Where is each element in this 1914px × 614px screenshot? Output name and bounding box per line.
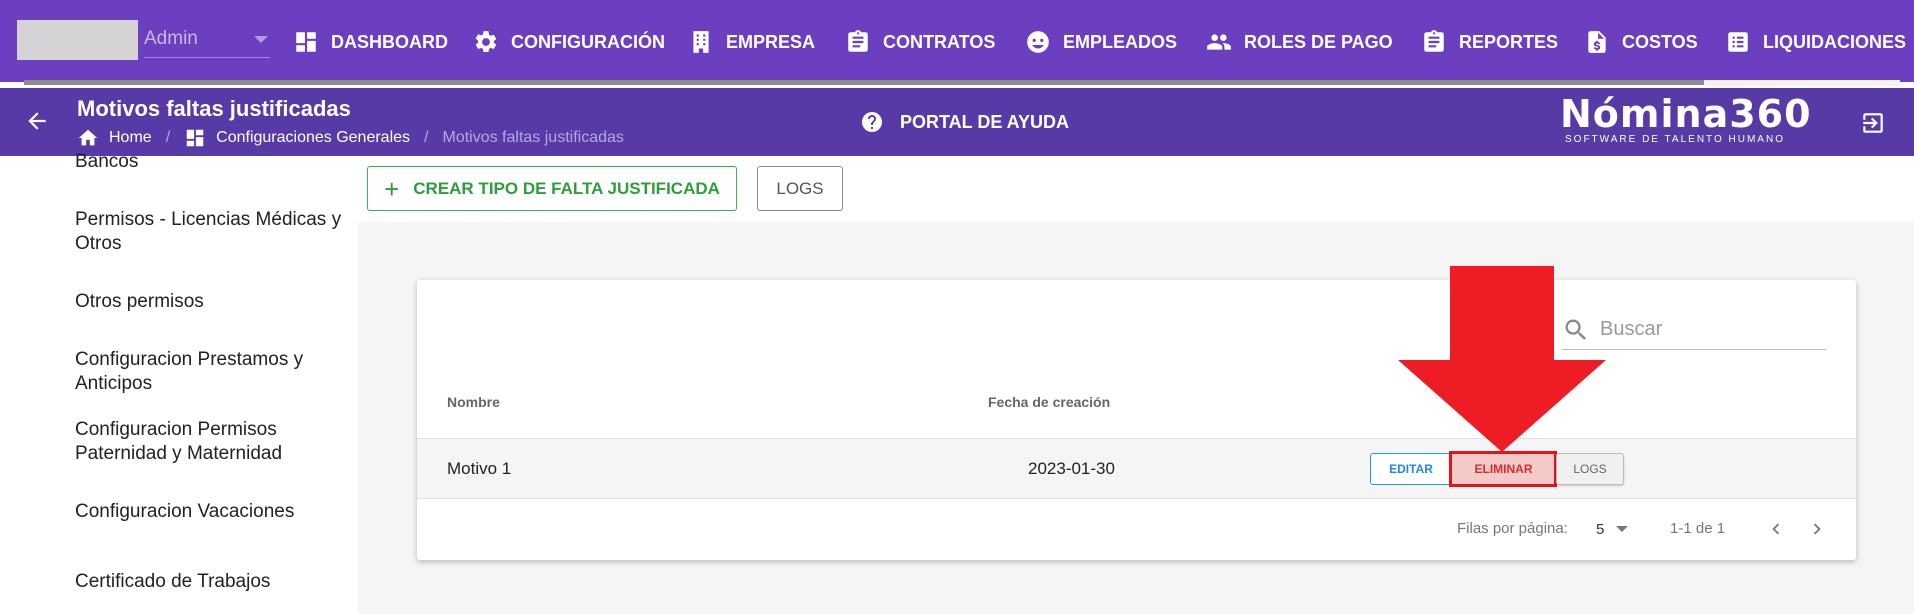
row-logs-button[interactable]: LOGS [1556,453,1624,485]
user-select[interactable]: Admin [144,28,270,58]
chevron-down-icon [1616,526,1629,532]
nav-configuracion[interactable]: CONFIGURACIÓN [473,24,665,60]
sidebar-item-bancos[interactable]: Bancos [75,150,355,174]
column-header-name[interactable]: Nombre [447,394,500,410]
clipboard-icon [848,30,868,52]
chevron-right-icon[interactable] [1806,518,1828,540]
face-icon [1027,31,1049,53]
sidebar-item-certificado[interactable]: Certificado de Trabajos [75,570,355,594]
delete-highlight-box [1449,451,1557,487]
brand-logo: Nómina360 SOFTWARE DE TALENTO HUMANO [1560,92,1812,146]
breadcrumb-home[interactable]: Home [77,127,152,149]
nav-liquidaciones[interactable]: LIQUIDACIONES [1725,24,1906,60]
breadcrumb: Home / Configuraciones Generales / Motiv… [77,127,624,149]
sidebar-item-otros-permisos[interactable]: Otros permisos [75,290,355,314]
sidebar-item-prestamos[interactable]: Configuracion Prestamos y Anticipos [75,348,355,396]
nav-contratos[interactable]: CONTRATOS [845,24,995,60]
chevron-down-icon [254,36,268,43]
list-icon [1728,32,1748,52]
nav-reportes-label: REPORTES [1459,31,1559,52]
nav-empresa[interactable]: EMPRESA [688,24,815,60]
arrow-left-icon[interactable] [24,108,50,134]
rows-per-page-label: Filas por página: [1457,520,1568,537]
breadcrumb-current: Motivos faltas justificadas [442,129,624,146]
breadcrumb-separator: / [165,129,171,146]
nav-scroll-track [24,80,1900,85]
chevron-left-icon[interactable] [1765,518,1787,540]
nav-liquidaciones-label: LIQUIDACIONES [1763,31,1907,52]
create-absence-type-label: CREAR TIPO DE FALTA JUSTIFICADA [413,178,720,198]
rows-per-page-select[interactable]: 5 [1596,518,1636,540]
column-header-date[interactable]: Fecha de creación [988,394,1110,410]
help-icon [862,112,882,132]
nav-roles-de-pago[interactable]: ROLES DE PAGO [1206,24,1393,60]
logs-button[interactable]: LOGS [757,166,843,211]
clipboard-icon [1424,30,1444,52]
dollar-file-icon [1588,31,1606,53]
sidebar-item-vacaciones[interactable]: Configuracion Vacaciones [75,500,355,524]
home-icon [78,129,98,146]
edit-button[interactable]: EDITAR [1370,453,1452,485]
nav-costos[interactable]: COSTOS [1584,24,1698,60]
cell-date: 2023-01-30 [1028,459,1115,478]
brand-name: Nómina360 [1560,92,1812,136]
nav-empleados[interactable]: EMPLEADOS [1025,24,1177,60]
nav-active-indicator [1704,80,1900,86]
help-portal-label: PORTAL DE AYUDA [900,111,1070,132]
people-icon [1207,34,1231,50]
table-row [417,438,1856,499]
nav-configuracion-label: CONFIGURACIÓN [511,31,665,52]
rows-per-page-value: 5 [1596,520,1605,538]
nav-dashboard[interactable]: DASHBOARD [293,24,448,60]
help-portal-link[interactable]: PORTAL DE AYUDA [860,110,1069,134]
search-input[interactable] [1600,318,1810,341]
user-select-value: Admin [144,28,198,49]
breadcrumb-separator: / [424,129,429,146]
pagination-range: 1-1 de 1 [1670,520,1726,537]
user-avatar-placeholder[interactable] [17,20,138,60]
dashboard-icon [186,129,204,147]
gear-icon [475,31,497,53]
nav-roles-de-pago-label: ROLES DE PAGO [1244,31,1393,52]
plus-icon: + [384,173,400,204]
breadcrumb-config-label: Configuraciones Generales [216,129,411,146]
dashboard-icon [296,32,316,52]
create-absence-type-button[interactable]: + CREAR TIPO DE FALTA JUSTIFICADA [367,166,737,211]
nav-costos-label: COSTOS [1622,31,1698,52]
red-arrow-annotation-icon [1398,266,1606,452]
sidebar-item-permisos-licencias[interactable]: Permisos - Licencias Médicas y Otros [75,208,355,256]
nav-contratos-label: CONTRATOS [883,31,996,52]
breadcrumb-home-label: Home [109,129,152,146]
page-title: Motivos faltas justificadas [77,96,351,121]
nav-empleados-label: EMPLEADOS [1063,31,1178,52]
logout-icon[interactable] [1860,110,1886,136]
nav-reportes[interactable]: REPORTES [1421,24,1558,60]
cell-name: Motivo 1 [447,459,512,478]
brand-tagline: SOFTWARE DE TALENTO HUMANO [1565,134,1785,145]
breadcrumb-config[interactable]: Configuraciones Generales [184,127,410,149]
building-icon [693,31,709,53]
nav-empresa-label: EMPRESA [726,31,816,52]
sidebar-item-paternidad[interactable]: Configuracion Permisos Paternidad y Mate… [75,418,355,466]
nav-dashboard-label: DASHBOARD [331,31,448,52]
